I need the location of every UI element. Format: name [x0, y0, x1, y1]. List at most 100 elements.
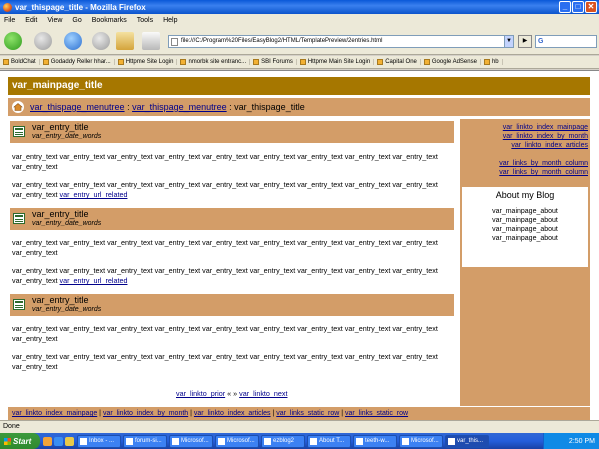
- bookmarks-toolbar: BoldChat Godaddy Reller hhar... Httpme S…: [0, 56, 599, 69]
- footer-link[interactable]: var_links_static_row: [345, 410, 408, 417]
- reload-icon[interactable]: [64, 32, 82, 50]
- menu-bookmarks[interactable]: Bookmarks: [92, 17, 127, 24]
- footer-link[interactable]: var_linkto_index_articles: [194, 410, 271, 417]
- bookmark-item[interactable]: Capital One: [374, 59, 421, 65]
- menu-view[interactable]: View: [47, 17, 62, 24]
- bookmark-icon: [483, 59, 490, 65]
- taskbar-item[interactable]: Inbox - ...: [77, 434, 121, 448]
- entry-icon: [13, 213, 25, 224]
- bookmark-item[interactable]: Godaddy Reller hhar...: [40, 59, 115, 65]
- entry-icon: [13, 299, 25, 310]
- footer-link[interactable]: var_links_static_row: [276, 410, 339, 417]
- bookmark-item[interactable]: BoldChat: [0, 59, 40, 65]
- entry-related-link[interactable]: var_entry_url_related: [60, 190, 128, 199]
- bookmark-icon: [253, 59, 260, 65]
- menu-tools[interactable]: Tools: [137, 17, 153, 24]
- bookmark-item[interactable]: nmorbk site entranc...: [177, 59, 251, 65]
- taskbar-item[interactable]: Microsof...: [215, 434, 259, 448]
- entry-date: var_entry_date_words: [32, 220, 102, 227]
- menu-edit[interactable]: Edit: [25, 17, 37, 24]
- sidebar-link-articles[interactable]: var_linkto_index_articles: [464, 141, 588, 150]
- main-content: var_entry_title var_entry_date_words var…: [8, 119, 458, 406]
- bookmark-item[interactable]: Httpme Main Site Login: [297, 59, 375, 65]
- entry-date: var_entry_date_words: [32, 133, 102, 140]
- start-button[interactable]: Start: [0, 433, 40, 449]
- entry-text: var_entry_text var_entry_text var_entry_…: [12, 180, 438, 199]
- breadcrumb: var_thispage_menutree : var_thispage_men…: [8, 98, 590, 116]
- close-button[interactable]: ✕: [585, 1, 597, 13]
- prior-link[interactable]: var_linkto_prior: [176, 389, 225, 398]
- sidebar-month-link[interactable]: var_links_by_month_column: [464, 159, 588, 168]
- status-bar: Done: [0, 420, 599, 433]
- status-text: Done: [3, 423, 20, 430]
- forward-icon[interactable]: [34, 32, 52, 50]
- bookmark-icon: [42, 59, 49, 65]
- home-icon[interactable]: [116, 32, 134, 50]
- bookmark-icon: [3, 59, 9, 65]
- entry-date: var_entry_date_words: [32, 306, 102, 313]
- next-link[interactable]: var_linkto_next: [239, 389, 287, 398]
- footer-link[interactable]: var_linkto_index_mainpage: [12, 410, 97, 417]
- quick-launch-icon[interactable]: [54, 436, 63, 446]
- bookmark-item[interactable]: SBI Forums: [250, 59, 297, 65]
- entry-header: var_entry_title var_entry_date_words: [10, 121, 454, 143]
- taskbar-item[interactable]: forum-si...: [123, 434, 167, 448]
- window-title: var_thispage_title - Mozilla Firefox: [15, 2, 146, 12]
- taskbar-item-active[interactable]: var_this...: [445, 434, 489, 448]
- quick-launch-icon[interactable]: [43, 436, 52, 446]
- taskbar-item[interactable]: Microsof...: [169, 434, 213, 448]
- entry-header: var_entry_title var_entry_date_words: [10, 208, 454, 230]
- sidebar-links: var_linkto_index_mainpage var_linkto_ind…: [464, 123, 588, 177]
- maximize-button[interactable]: □: [572, 1, 584, 13]
- breadcrumb-link[interactable]: var_thispage_menutree: [30, 102, 125, 112]
- taskbar-item[interactable]: Microsof...: [399, 434, 443, 448]
- taskbar-item[interactable]: teeth-w...: [353, 434, 397, 448]
- entry-text: var_entry_text var_entry_text var_entry_…: [12, 266, 438, 285]
- sidebar-link-by-month[interactable]: var_linkto_index_by_month: [464, 132, 588, 141]
- page-title: var_mainpage_title: [8, 77, 590, 95]
- entry-title: var_entry_title: [32, 295, 89, 305]
- bookmark-item[interactable]: Httpme Site Login: [115, 59, 178, 65]
- bookmark-item[interactable]: hb: [481, 59, 503, 65]
- menu-file[interactable]: File: [4, 17, 15, 24]
- entry-text: var_entry_text var_entry_text var_entry_…: [12, 324, 438, 343]
- about-box: About my Blog var_mainpage_about var_mai…: [462, 187, 588, 267]
- page-icon: [171, 38, 178, 46]
- taskbar-item[interactable]: About T...: [307, 434, 351, 448]
- app-icon: [218, 437, 225, 445]
- go-button[interactable]: ▶: [518, 35, 532, 48]
- url-dropdown-icon[interactable]: ▼: [504, 36, 513, 47]
- footer-link[interactable]: var_linkto_index_by_month: [103, 410, 188, 417]
- app-icon: [402, 437, 409, 445]
- breadcrumb-separator: :: [124, 102, 133, 112]
- menu-go[interactable]: Go: [72, 17, 81, 24]
- taskbar-item[interactable]: ezblog2: [261, 434, 305, 448]
- entry-related-link[interactable]: var_entry_url_related: [60, 276, 128, 285]
- about-title: About my Blog: [495, 190, 555, 200]
- stop-icon[interactable]: [92, 32, 110, 50]
- entry-header: var_entry_title var_entry_date_words: [10, 294, 454, 316]
- firefox-icon: [3, 2, 12, 12]
- bookmark-icon: [299, 59, 306, 65]
- bookmark-item[interactable]: Google AdSense: [421, 59, 481, 65]
- search-field[interactable]: G: [535, 35, 597, 48]
- home-icon[interactable]: [12, 101, 24, 113]
- back-icon[interactable]: [4, 32, 22, 50]
- entry-text: var_entry_text var_entry_text var_entry_…: [12, 238, 438, 257]
- sidebar-link-mainpage[interactable]: var_linkto_index_mainpage: [464, 123, 588, 132]
- app-icon: [126, 437, 133, 445]
- entry-text: var_entry_text var_entry_text var_entry_…: [12, 152, 438, 171]
- sidebar-month-link[interactable]: var_links_by_month_column: [464, 168, 588, 177]
- quick-launch-icon[interactable]: [65, 436, 74, 446]
- app-icon: [310, 437, 317, 445]
- url-field[interactable]: file:///C:/Program%20Files/EasyBlog2/HTM…: [168, 35, 514, 48]
- breadcrumb-current: var_thispage_title: [234, 102, 305, 112]
- minimize-button[interactable]: _: [559, 1, 571, 13]
- entry-icon: [13, 126, 25, 137]
- menu-help[interactable]: Help: [163, 17, 177, 24]
- page-viewport: var_mainpage_title var_thispage_menutree…: [0, 70, 599, 421]
- menu-bar: File Edit View Go Bookmarks Tools Help: [0, 14, 599, 27]
- pager: var_linkto_prior « » var_linkto_next: [176, 389, 287, 398]
- breadcrumb-link[interactable]: var_thispage_menutree: [132, 102, 227, 112]
- print-icon[interactable]: [142, 32, 160, 50]
